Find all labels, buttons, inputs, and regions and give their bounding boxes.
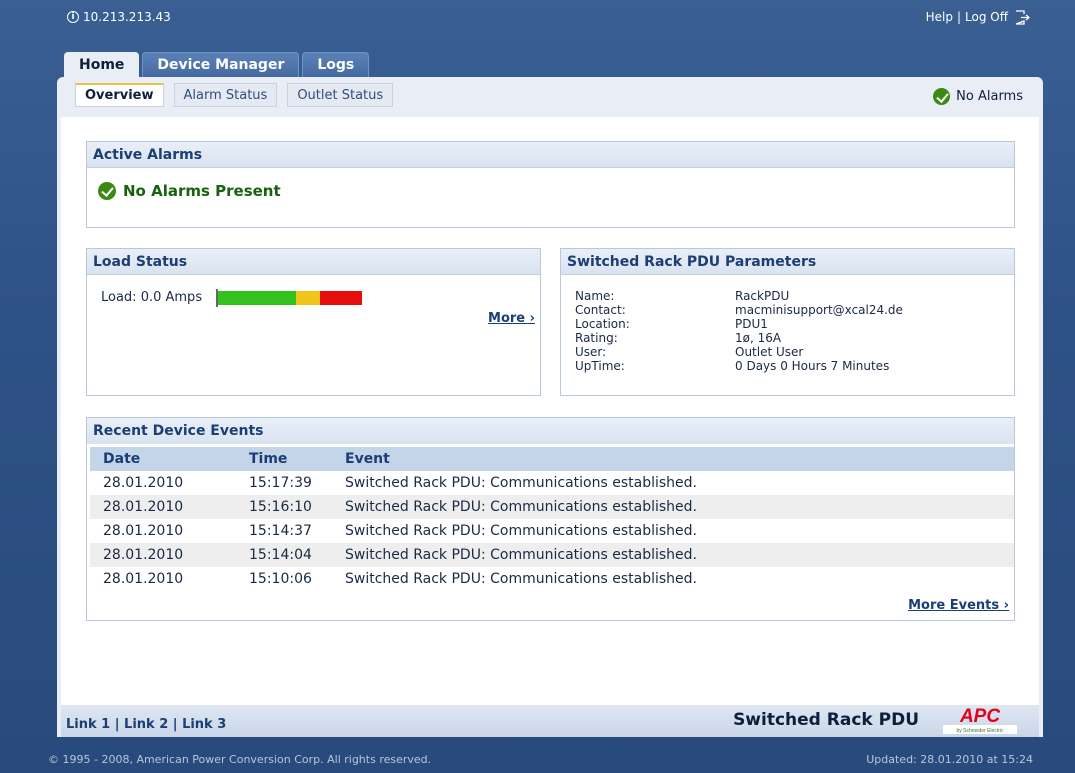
table-row: 28.01.2010 15:10:06 Switched Rack PDU: C… [90,567,1014,591]
event-time: 15:14:37 [249,523,312,539]
active-alarms-box: Active Alarms No Alarms Present [86,141,1015,228]
event-date: 28.01.2010 [103,571,184,587]
column-header-date[interactable]: Date [90,447,236,471]
more-events-link[interactable]: More Events › [908,598,1009,613]
table-row: 28.01.2010 15:14:37 Switched Rack PDU: C… [90,519,1014,543]
event-time: 15:14:04 [236,543,332,567]
param-user-label: User: [575,345,607,359]
event-description: Switched Rack PDU: Communications establ… [345,475,697,491]
logoff-link[interactable]: Log Off [965,10,1008,24]
load-readout: Load: 0.0 Amps [101,288,363,307]
sub-tabs: Overview Alarm Status Outlet Status [75,83,394,107]
footer-links: Link 1 | Link 2 | Link 3 [66,717,226,732]
tab-logs[interactable]: Logs [302,52,370,77]
pdu-parameters-box: Switched Rack PDU Parameters Name: RackP… [560,248,1015,396]
content-area: Active Alarms No Alarms Present Load Sta… [61,117,1039,705]
load-status-box: Load Status Load: 0.0 Amps More › [86,248,541,396]
table-row: 28.01.2010 15:17:39 Switched Rack PDU: C… [90,471,1014,495]
top-links: Help | Log Off [926,10,1030,25]
event-description: Switched Rack PDU: Communications establ… [332,495,1014,519]
footer-link-3[interactable]: Link 3 [182,717,226,732]
event-date: 28.01.2010 [103,523,184,539]
param-name-label: Name: [575,289,615,303]
device-ip: i 10.213.213.43 [67,10,171,24]
svg-text:APC: APC [959,706,1000,727]
subtab-outlet-status[interactable]: Outlet Status [287,83,394,107]
param-name-value: RackPDU [735,289,790,303]
param-user-value: Outlet User [735,345,804,359]
tab-device-manager[interactable]: Device Manager [142,52,300,77]
top-link-separator: | [956,10,962,24]
param-uptime-label: UpTime: [575,359,625,373]
alarm-status-indicator[interactable]: No Alarms [933,88,1023,105]
event-description: Switched Rack PDU: Communications establ… [332,543,1014,567]
load-bar-yellow-segment [296,290,321,305]
event-time: 15:16:10 [236,495,332,519]
svg-text:by Schneider Electric: by Schneider Electric [957,728,1004,734]
table-row: 28.01.2010 15:14:04 Switched Rack PDU: C… [90,543,1014,567]
copyright-notice: © 1995 - 2008, American Power Conversion… [48,753,432,766]
footer-bar: Link 1 | Link 2 | Link 3 Switched Rack P… [61,705,1039,737]
info-icon: i [67,11,79,23]
check-icon [98,182,116,200]
load-bar-green-segment [216,290,297,305]
event-date: 28.01.2010 [90,543,236,567]
event-date: 28.01.2010 [90,495,236,519]
param-contact-value: macminisupport@xcal24.de [735,303,903,317]
subtab-alarm-status[interactable]: Alarm Status [173,83,278,107]
load-more-link[interactable]: More › [488,311,535,326]
check-icon [933,88,951,105]
active-alarms-title: Active Alarms [87,142,1014,168]
tab-home[interactable]: Home [64,52,140,77]
event-time: 15:10:06 [249,571,312,587]
column-header-event[interactable]: Event [332,447,1014,471]
footer-link-separator: | [114,717,125,732]
logoff-icon[interactable] [1015,10,1030,25]
event-description: Switched Rack PDU: Communications establ… [345,523,697,539]
event-description: Switched Rack PDU: Communications establ… [345,571,697,587]
events-header-row: Date Time Event [90,447,1014,471]
table-row: 28.01.2010 15:16:10 Switched Rack PDU: C… [90,495,1014,519]
recent-events-title: Recent Device Events [87,418,1014,444]
main-tabs: Home Device Manager Logs [64,52,370,77]
help-link[interactable]: Help [926,10,953,24]
param-contact-label: Contact: [575,303,626,317]
param-location-value: PDU1 [735,317,768,331]
param-uptime-value: 0 Days 0 Hours 7 Minutes [735,359,890,373]
event-time: 15:17:39 [249,475,312,491]
subtab-overview[interactable]: Overview [75,83,164,107]
pdu-parameters-list: Name: RackPDU Contact: macminisupport@xc… [575,289,903,373]
load-bar-red-segment [320,290,363,305]
event-date: 28.01.2010 [103,475,184,491]
pdu-parameters-title: Switched Rack PDU Parameters [561,249,1014,275]
load-status-title: Load Status [87,249,540,275]
column-header-time[interactable]: Time [236,447,332,471]
last-updated: Updated: 28.01.2010 at 15:24 [866,753,1033,766]
ip-address: 10.213.213.43 [83,10,171,24]
main-panel: Overview Alarm Status Outlet Status No A… [57,77,1043,737]
events-table: Date Time Event 28.01.2010 15:17:39 Swit… [90,447,1014,591]
top-bar: i 10.213.213.43 Help | Log Off [0,0,1075,38]
product-name: Switched Rack PDU [733,710,919,730]
no-alarms-text: No Alarms Present [123,182,281,200]
load-bar [216,288,363,307]
param-rating-value: 1ø, 16A [735,331,782,345]
load-marker [216,288,219,307]
footer-link-2[interactable]: Link 2 [124,717,168,732]
recent-events-box: Recent Device Events Date Time Event 28.… [86,417,1015,621]
footer-link-separator: | [172,717,183,732]
param-rating-label: Rating: [575,331,618,345]
apc-logo: APC by Schneider Electric [935,702,1025,736]
alarm-status-text: No Alarms [956,89,1023,104]
param-location-label: Location: [575,317,630,331]
footer-link-1[interactable]: Link 1 [66,717,110,732]
load-label: Load: 0.0 Amps [101,290,203,305]
no-alarms-message: No Alarms Present [98,182,281,200]
